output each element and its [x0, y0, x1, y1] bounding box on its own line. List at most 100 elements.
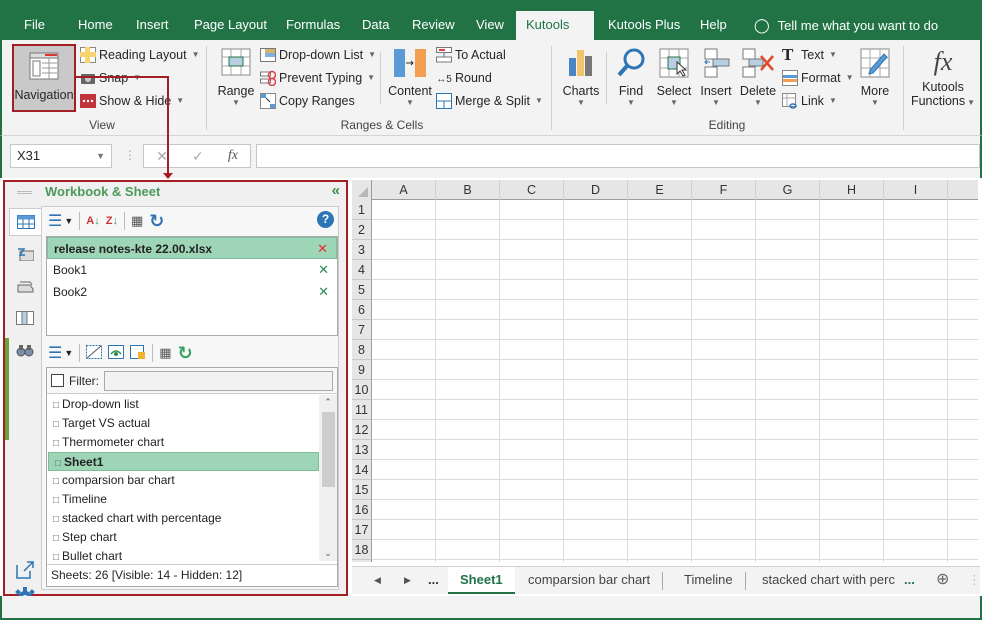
- sheet-tools-icon[interactable]: ▦: [159, 345, 171, 361]
- workbook-item[interactable]: Book1 ✕: [47, 259, 337, 281]
- unhide-sheet-icon[interactable]: [108, 344, 125, 362]
- merge-split-button[interactable]: Merge & Split ▼: [436, 91, 543, 111]
- close-workbook-icon[interactable]: ✕: [318, 281, 329, 303]
- close-workbook-icon[interactable]: ✕: [317, 238, 328, 260]
- insert-button[interactable]: Insert ▼: [696, 48, 736, 108]
- row-header-18[interactable]: 18: [352, 540, 372, 560]
- row-header-7[interactable]: 7: [352, 320, 372, 340]
- tab-data[interactable]: Data: [352, 11, 399, 40]
- text-button[interactable]: T Text ▼: [782, 45, 837, 65]
- tab-formulas[interactable]: Formulas: [276, 11, 350, 40]
- column-header-G[interactable]: G: [756, 180, 820, 200]
- workbook-item[interactable]: Book2 ✕: [47, 281, 337, 303]
- row-header-3[interactable]: 3: [352, 240, 372, 260]
- row-header-13[interactable]: 13: [352, 440, 372, 460]
- insert-function-icon[interactable]: fx: [228, 148, 238, 164]
- dropdown-list-button[interactable]: Drop-down List ▼: [260, 45, 376, 65]
- pane-resize-handle[interactable]: [5, 338, 9, 440]
- workbook-item[interactable]: release notes-kte 22.00.xlsx ✕: [47, 237, 337, 259]
- prev-sheet-icon[interactable]: ◀: [362, 567, 393, 594]
- pane-grip[interactable]: [17, 191, 32, 194]
- row-header-16[interactable]: 16: [352, 500, 372, 520]
- column-header-F[interactable]: F: [692, 180, 756, 200]
- column-header-B[interactable]: B: [436, 180, 500, 200]
- to-actual-button[interactable]: To Actual: [436, 45, 506, 65]
- collapse-pane-icon[interactable]: «: [332, 182, 340, 199]
- row-header-6[interactable]: 6: [352, 300, 372, 320]
- list-view-icon[interactable]: ☰: [48, 211, 62, 231]
- spreadsheet-grid[interactable]: A B C D E F G H I 1 2 3 4 5 6 7 8 9 10 11 12 13 14 15 16 17 18: [352, 180, 978, 562]
- tab-home[interactable]: Home: [68, 11, 123, 40]
- row-header-1[interactable]: 1: [352, 200, 372, 220]
- formula-input[interactable]: [256, 144, 980, 168]
- select-all-button[interactable]: [352, 180, 372, 200]
- sheet-item[interactable]: □ Sheet1: [48, 452, 319, 471]
- link-button[interactable]: Link ▼: [782, 91, 837, 111]
- charts-button[interactable]: Charts ▼: [560, 48, 602, 108]
- sheet-tab-timeline[interactable]: Timeline: [672, 572, 746, 590]
- more-sheets-left[interactable]: ...: [416, 567, 451, 594]
- range-button[interactable]: Range ▼: [216, 48, 256, 108]
- close-workbook-icon[interactable]: ✕: [318, 259, 329, 281]
- more-button[interactable]: More ▼: [854, 48, 896, 108]
- column-header-D[interactable]: D: [564, 180, 628, 200]
- sheet-item[interactable]: □ Thermometer chart: [47, 433, 321, 452]
- tab-insert[interactable]: Insert: [126, 11, 179, 40]
- sheet-tab-comparsion-bar-chart[interactable]: comparsion bar chart: [516, 572, 664, 590]
- sheet-item[interactable]: □ Target VS actual: [47, 414, 321, 433]
- format-button[interactable]: Format ▼: [782, 68, 854, 88]
- row-header-12[interactable]: 12: [352, 420, 372, 440]
- tab-review[interactable]: Review: [402, 11, 465, 40]
- row-header-4[interactable]: 4: [352, 260, 372, 280]
- row-header-2[interactable]: 2: [352, 220, 372, 240]
- help-icon[interactable]: ?: [317, 211, 334, 228]
- sheet-tab-sheet1[interactable]: Sheet1: [448, 567, 515, 594]
- row-header-17[interactable]: 17: [352, 520, 372, 540]
- sheet-item[interactable]: □ Step chart: [47, 528, 321, 547]
- scroll-up-icon[interactable]: ⌃: [319, 397, 337, 408]
- tab-view[interactable]: View: [466, 11, 514, 40]
- scroll-down-icon[interactable]: ⌄: [319, 548, 337, 559]
- column-header-H[interactable]: H: [820, 180, 884, 200]
- row-header-10[interactable]: 10: [352, 380, 372, 400]
- popout-icon[interactable]: [9, 556, 41, 584]
- tab-page-layout[interactable]: Page Layout: [184, 11, 277, 40]
- sheet-tab-stacked-chart[interactable]: stacked chart with perc: [750, 567, 907, 594]
- column-list-tab-icon[interactable]: [9, 304, 41, 332]
- reading-layout-button[interactable]: Reading Layout ▼: [80, 45, 200, 65]
- more-sheets-right[interactable]: ...: [892, 567, 927, 594]
- autotext-tab-icon[interactable]: [9, 240, 41, 268]
- name-box[interactable]: X31 ▼: [10, 144, 112, 168]
- row-header-5[interactable]: 5: [352, 280, 372, 300]
- sheet-item[interactable]: □ Bullet chart: [47, 547, 321, 561]
- sheet-list-scrollbar[interactable]: ⌃ ⌄: [319, 395, 337, 561]
- round-button[interactable]: ↔5 Round: [436, 68, 492, 88]
- hide-sheet-icon[interactable]: [86, 344, 103, 362]
- content-button[interactable]: Content ▼: [386, 48, 434, 108]
- tab-kutools-plus[interactable]: Kutools Plus: [598, 11, 690, 40]
- delete-button[interactable]: Delete ▼: [738, 48, 778, 108]
- tab-kutools[interactable]: Kutools ™: [516, 11, 594, 60]
- sheet-item[interactable]: □ stacked chart with percentage: [47, 509, 321, 528]
- tab-splitter[interactable]: ⋮: [956, 567, 982, 594]
- row-header-14[interactable]: 14: [352, 460, 372, 480]
- copy-ranges-button[interactable]: Copy Ranges: [260, 91, 355, 111]
- row-header-11[interactable]: 11: [352, 400, 372, 420]
- workbook-sheet-tab-icon[interactable]: [9, 208, 41, 236]
- find-button[interactable]: Find ▼: [612, 48, 650, 108]
- kutools-functions-button[interactable]: fx Kutools Functions ▼: [908, 46, 978, 108]
- sort-ascending-icon[interactable]: A↓: [86, 215, 99, 227]
- navigation-button[interactable]: Navigation: [12, 44, 76, 112]
- row-header-8[interactable]: 8: [352, 340, 372, 360]
- list-view-icon[interactable]: ☰: [48, 343, 62, 363]
- scrollbar-thumb[interactable]: [322, 412, 335, 487]
- sheet-item[interactable]: □ Timeline: [47, 490, 321, 509]
- filter-input[interactable]: [104, 370, 333, 391]
- sheet-settings-icon[interactable]: ▦: [131, 213, 143, 229]
- tell-me-search[interactable]: ◯ Tell me what you want to do: [754, 11, 938, 40]
- filter-checkbox[interactable]: [51, 374, 64, 387]
- sort-descending-icon[interactable]: Z↓: [106, 215, 118, 227]
- prevent-typing-button[interactable]: Prevent Typing ▼: [260, 68, 375, 88]
- row-header-9[interactable]: 9: [352, 360, 372, 380]
- name-manager-tab-icon[interactable]: [9, 272, 41, 300]
